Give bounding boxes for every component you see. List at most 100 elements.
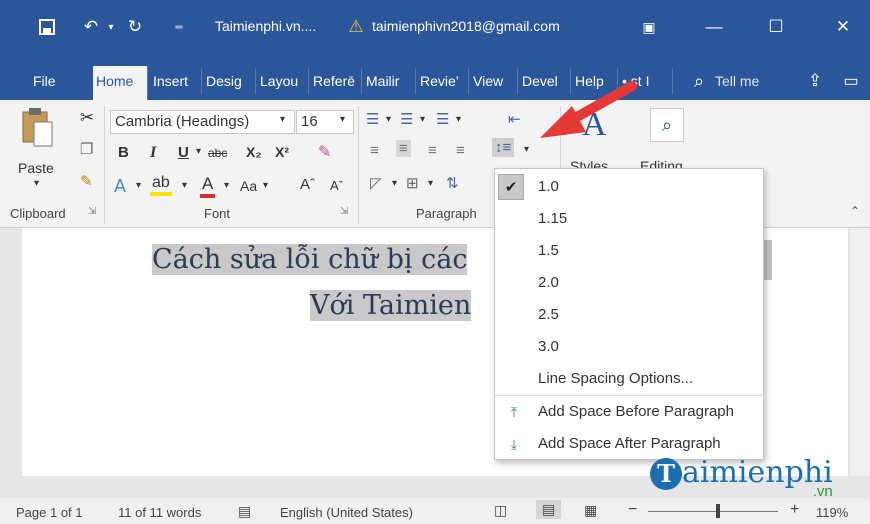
proofing-icon[interactable]: ▤ xyxy=(238,503,251,520)
align-right-icon[interactable]: ≡ xyxy=(428,142,437,159)
grow-font-button[interactable]: Aˆ xyxy=(300,176,315,193)
customize-qat-icon[interactable]: ═ xyxy=(168,16,190,38)
sort-icon[interactable]: ⇅ xyxy=(446,174,459,192)
add-space-before-item[interactable]: ⤒ Add Space Before Paragraph xyxy=(495,396,763,428)
shading-dropdown-icon[interactable]: ▾ xyxy=(392,178,397,189)
font-size-dropdown-icon[interactable]: ▾ xyxy=(340,114,345,125)
tab-view[interactable]: View xyxy=(470,68,518,94)
numbering-dropdown-icon[interactable]: ▾ xyxy=(420,114,425,125)
tab-mailings[interactable]: Mailir xyxy=(363,68,416,94)
justify-icon[interactable]: ≡ xyxy=(456,142,465,159)
line-spacing-option-1-0[interactable]: ✔ 1.0 xyxy=(495,171,763,203)
share-icon[interactable]: ⇪ xyxy=(804,70,826,92)
tell-me-box[interactable]: Tell me xyxy=(712,68,778,94)
bullets-icon[interactable]: ☰ xyxy=(366,110,379,128)
font-launcher-icon[interactable]: ⇲ xyxy=(340,206,348,217)
text-effects-icon[interactable]: A xyxy=(114,176,126,197)
tab-developer[interactable]: Devel xyxy=(519,68,571,94)
maximize-icon[interactable]: ☐ xyxy=(765,16,787,38)
underline-button[interactable]: U xyxy=(178,144,189,161)
decrease-indent-icon[interactable]: ⇤ xyxy=(508,110,521,128)
tab-review[interactable]: Revie’ xyxy=(417,68,469,94)
line-spacing-icon[interactable]: ↕≡ xyxy=(492,138,515,157)
zoom-in-button[interactable]: + xyxy=(790,501,799,519)
tab-insert[interactable]: Insert xyxy=(150,68,202,94)
font-size-combo[interactable]: 16 xyxy=(296,110,354,134)
multilevel-list-icon[interactable]: ☰ xyxy=(436,110,449,128)
font-name-dropdown-icon[interactable]: ▾ xyxy=(280,114,285,125)
underline-dropdown-icon[interactable]: ▾ xyxy=(196,146,201,157)
document-heading-line-1[interactable]: Cách sửa lỗi chữ bị các xyxy=(152,244,468,275)
font-name-combo[interactable]: Cambria (Headings) xyxy=(110,110,295,134)
paste-icon[interactable] xyxy=(20,106,54,153)
change-case-dropdown-icon[interactable]: ▾ xyxy=(263,180,268,191)
print-layout-icon[interactable]: ▤ xyxy=(536,500,562,519)
zoom-slider-thumb[interactable] xyxy=(716,504,720,518)
line-spacing-options-item[interactable]: Line Spacing Options... xyxy=(495,363,763,395)
highlight-dropdown-icon[interactable]: ▾ xyxy=(182,180,187,191)
cut-icon[interactable]: ✂ xyxy=(80,108,94,128)
language-indicator[interactable]: English (United States) xyxy=(280,505,413,520)
bullets-dropdown-icon[interactable]: ▾ xyxy=(386,114,391,125)
comments-icon[interactable]: ▭ xyxy=(840,70,862,92)
paste-dropdown-icon[interactable]: ▾ xyxy=(34,178,39,189)
italic-button[interactable]: I xyxy=(150,144,156,162)
tab-design[interactable]: Desig xyxy=(203,68,256,94)
text-effects-dropdown-icon[interactable]: ▾ xyxy=(136,180,141,191)
line-spacing-option-2-0[interactable]: 2.0 xyxy=(495,267,763,299)
zoom-out-button[interactable]: − xyxy=(628,501,637,519)
format-painter-icon[interactable]: ✎ xyxy=(80,172,93,190)
editing-search-icon[interactable]: ⌕ xyxy=(650,108,684,142)
superscript-button[interactable]: X² xyxy=(275,144,289,160)
collapse-ribbon-icon[interactable]: ⌃ xyxy=(850,204,860,218)
read-mode-icon[interactable]: ◫ xyxy=(494,502,507,519)
tab-help[interactable]: Help xyxy=(572,68,618,94)
borders-icon[interactable]: ⊞ xyxy=(406,174,419,192)
line-spacing-option-3-0[interactable]: 3.0 xyxy=(495,331,763,363)
shrink-font-button[interactable]: Aˇ xyxy=(330,178,343,193)
numbering-icon[interactable]: ☰ xyxy=(400,110,413,128)
font-color-icon[interactable]: A xyxy=(200,174,216,198)
tab-layout[interactable]: Layou xyxy=(257,68,309,94)
align-center-icon[interactable]: ≡ xyxy=(396,140,411,157)
tab-home[interactable]: Home xyxy=(93,66,148,100)
document-heading-line-2[interactable]: Với Taimien xyxy=(310,290,472,321)
styles-icon[interactable]: A xyxy=(582,106,607,144)
account-email[interactable]: taimienphivn2018@gmail.com xyxy=(372,18,560,34)
bold-button[interactable]: B xyxy=(118,144,129,161)
redo-icon[interactable]: ↻ xyxy=(124,16,146,38)
align-left-icon[interactable]: ≡ xyxy=(370,142,379,159)
multilevel-dropdown-icon[interactable]: ▾ xyxy=(456,114,461,125)
line-spacing-dropdown-icon[interactable]: ▾ xyxy=(524,144,529,155)
zoom-level[interactable]: 119% xyxy=(816,505,848,520)
undo-icon[interactable]: ↶ xyxy=(80,16,102,38)
web-layout-icon[interactable]: ▦ xyxy=(584,502,597,519)
warning-icon[interactable]: ⚠ xyxy=(345,16,367,38)
word-count[interactable]: 11 of 11 words xyxy=(118,505,201,520)
paste-button-label[interactable]: Paste xyxy=(18,160,54,176)
line-spacing-option-2-5[interactable]: 2.5 xyxy=(495,299,763,331)
close-icon[interactable]: ✕ xyxy=(832,16,854,38)
tab-file[interactable]: File xyxy=(30,68,72,94)
clear-formatting-icon[interactable]: ✎ xyxy=(318,142,331,162)
vertical-scrollbar[interactable] xyxy=(764,228,870,476)
subscript-button[interactable]: X₂ xyxy=(246,144,262,160)
borders-dropdown-icon[interactable]: ▾ xyxy=(428,178,433,189)
line-spacing-option-1-5[interactable]: 1.5 xyxy=(495,235,763,267)
page-count[interactable]: Page 1 of 1 xyxy=(16,505,83,520)
tab-references[interactable]: Referē xyxy=(310,68,362,94)
undo-dropdown-icon[interactable]: ▾ xyxy=(100,16,122,38)
scrollbar-thumb[interactable] xyxy=(764,240,772,280)
line-spacing-option-1-15[interactable]: 1.15 xyxy=(495,203,763,235)
strikethrough-button[interactable]: abc xyxy=(208,146,227,160)
copy-icon[interactable]: ❐ xyxy=(80,140,93,158)
highlight-color-icon[interactable]: ab xyxy=(150,174,172,196)
save-icon[interactable] xyxy=(36,16,58,38)
ribbon-display-options-icon[interactable]: ▣ xyxy=(638,16,660,38)
clipboard-launcher-icon[interactable]: ⇲ xyxy=(88,206,96,217)
font-color-dropdown-icon[interactable]: ▾ xyxy=(224,180,229,191)
change-case-button[interactable]: Aa xyxy=(240,178,257,194)
lightbulb-search-icon[interactable]: ⌕ xyxy=(688,70,710,92)
tab-post[interactable]: • st I xyxy=(619,68,673,94)
minimize-icon[interactable]: — xyxy=(703,16,725,38)
